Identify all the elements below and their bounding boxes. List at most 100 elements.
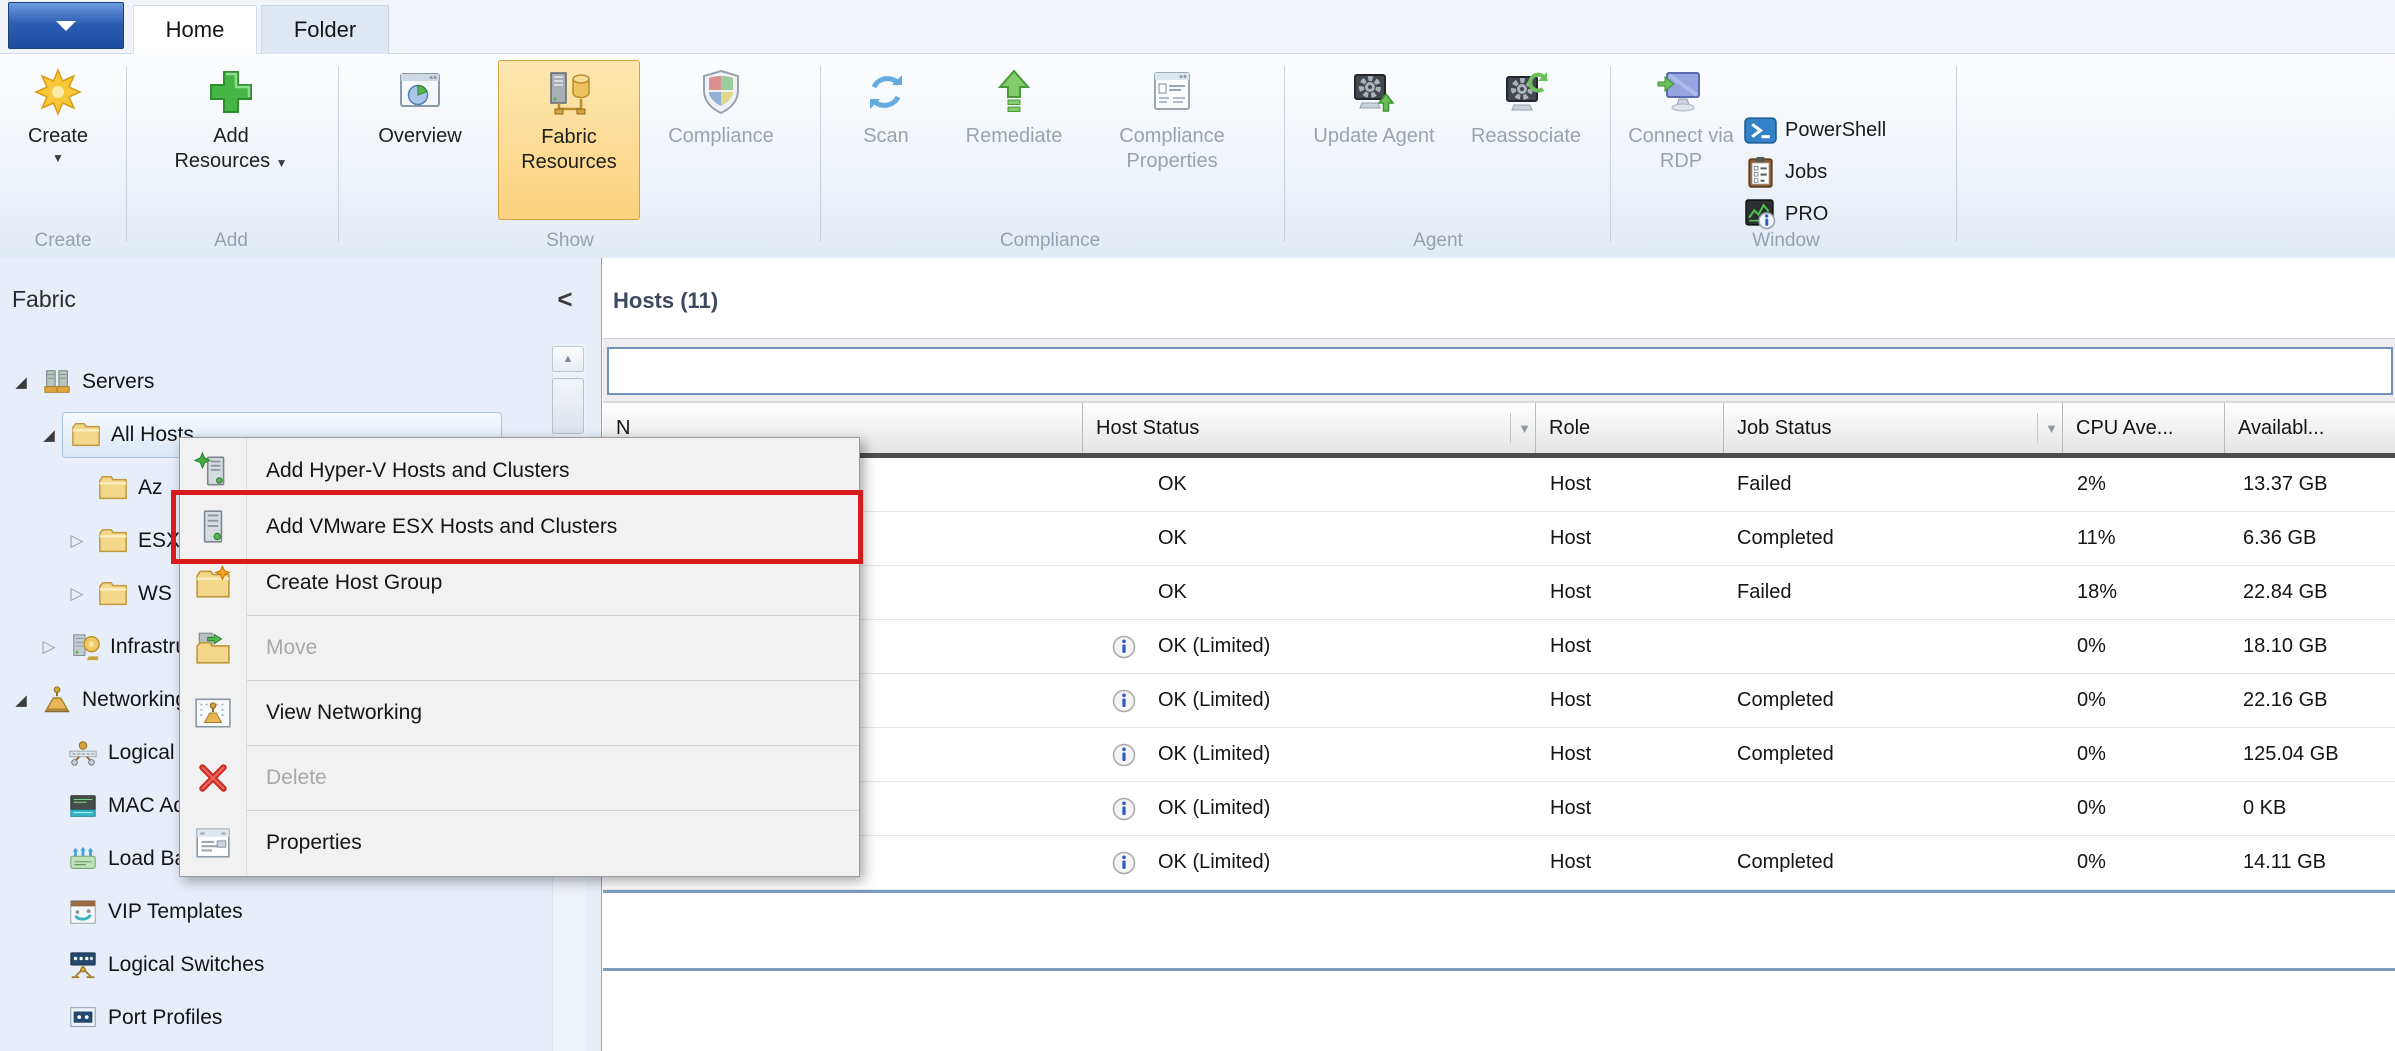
ribbon-group-label: Add [171,228,291,254]
context-menu: Add Hyper-V Hosts and ClustersAdd VMware… [179,437,860,877]
connect-rdp-icon [1657,68,1705,116]
page-title: Hosts (11) [613,288,718,314]
sidebar-item-logical-switches[interactable]: Logical Switches [0,938,548,991]
ribbon: CreateCreate▼AddAdd Resources ▼ShowOverv… [0,54,2395,259]
update-agent-icon [1350,68,1398,116]
sidebar-item-vip-templates[interactable]: VIP Templates [0,885,548,938]
powershell-icon [1744,114,1777,147]
tree-collapsed-icon[interactable]: ▷ [64,531,90,551]
ribbon-button-compliance[interactable]: Compliance [648,60,794,220]
ribbon-button-compliance-properties[interactable]: Compliance Properties [1088,60,1256,220]
ribbon-group-label: Create [8,228,118,254]
tree-collapsed-icon[interactable]: ▷ [36,637,62,657]
ribbon-button-add-resources[interactable]: Add Resources ▼ [168,60,294,220]
ribbon-button-create[interactable]: Create▼ [8,60,108,220]
collapse-pane-button[interactable]: < [550,284,580,314]
menu-item-move[interactable]: Move [180,620,859,676]
table-row[interactable]: OK (Limited)HostCompleted0%22.16 GB [603,674,2395,728]
details-pane-divider [603,968,2395,971]
column-header-job-status[interactable]: Job Status▼ [1724,402,2063,453]
tree-scrollbar-up-button[interactable]: ▲ [552,346,584,372]
table-body: OKHostFailed2%13.37 GBOKHostCompleted11%… [603,458,2395,890]
ribbon-group-label: Compliance [960,228,1140,254]
load-balancer-icon [68,844,98,874]
vip-template-icon [68,897,98,927]
ribbon-button-remediate[interactable]: Remediate [940,60,1088,220]
tree-expanded-icon[interactable]: ◢ [8,373,34,391]
column-header-role[interactable]: Role [1536,402,1724,453]
compliance-properties-icon [1148,68,1196,116]
tab-folder[interactable]: Folder [261,5,389,54]
dropdown-arrow-icon: ▼ [52,151,64,165]
tree-collapsed-icon[interactable]: ▷ [64,584,90,604]
table-row[interactable]: OKHostFailed18%22.84 GB [603,566,2395,620]
ribbon-group-label: Agent [1358,228,1518,254]
menu-item-add-vmware-esx-hosts-and-clusters[interactable]: Add VMware ESX Hosts and Clusters [180,499,859,555]
menu-item-add-hyper-v-hosts-and-clusters[interactable]: Add Hyper-V Hosts and Clusters [180,443,859,499]
menu-separator [247,745,859,746]
ribbon-button-overview[interactable]: Overview [350,60,490,220]
column-header-host-status[interactable]: Host Status▼ [1083,402,1536,453]
infrastructure-icon [70,632,100,662]
move-icon [194,629,232,667]
ribbon-small-button-stack: PowerShell Jobs PRO [1744,114,1886,231]
menu-item-create-host-group[interactable]: Create Host Group [180,555,859,611]
tree-expanded-icon[interactable]: ◢ [8,691,34,709]
table-row[interactable]: OK (Limited)Host0%18.10 GB [603,620,2395,674]
sidebar-item-port-profiles[interactable]: Port Profiles [0,991,548,1044]
sidebar-item-servers[interactable]: ◢Servers [0,355,548,408]
info-icon [1112,851,1136,875]
ribbon-button-update-agent[interactable]: Update Agent [1308,60,1440,220]
ribbon-button-pro[interactable]: PRO [1744,198,1886,231]
pro-icon [1744,198,1777,231]
menu-item-delete[interactable]: Delete [180,750,859,806]
list-bottom-border [603,890,2395,893]
ribbon-button-reassociate[interactable]: Reassociate [1448,60,1604,220]
table-row[interactable]: OKHostFailed2%13.37 GB [603,458,2395,512]
ribbon-button-powershell[interactable]: PowerShell [1744,114,1886,147]
tab-bar: Home Folder [0,0,2395,54]
ribbon-group-separator [1284,66,1285,242]
ribbon-group-separator [1956,66,1957,242]
table-header: NHost Status▼RoleJob Status▼CPU Ave...Av… [603,402,2395,458]
column-header-cpu-ave-[interactable]: CPU Ave... [2063,402,2225,453]
ribbon-button-scan[interactable]: Scan [836,60,936,220]
view-networking-icon [194,694,232,732]
dropdown-arrow-icon: ▼ [276,156,288,170]
ribbon-button-fabric-resources[interactable]: Fabric Resources [498,60,640,220]
tab-home[interactable]: Home [133,5,257,54]
table-row[interactable]: OK (Limited)Host0%0 KB [603,782,2395,836]
port-profile-icon [68,1003,98,1033]
ribbon-group-label: Window [1706,228,1866,254]
menu-item-properties[interactable]: Properties [180,815,859,871]
compliance-shield-icon [697,68,745,116]
column-header-availabl-[interactable]: Availabl... [2225,402,2395,453]
sidebar-title: Fabric [12,286,76,313]
filter-input[interactable] [607,347,2393,395]
filter-dropdown-icon[interactable]: ▼ [1510,413,1531,443]
table-row[interactable]: comp4-9d7b52.............OK (Limited)Hos… [603,836,2395,890]
create-star-icon [34,68,82,116]
tree-expanded-icon[interactable]: ◢ [36,426,62,444]
menu-item-view-networking[interactable]: View Networking [180,685,859,741]
menu-separator [247,615,859,616]
table-row[interactable]: OK (Limited)HostCompleted0%125.04 GB [603,728,2395,782]
table-row[interactable]: OKHostCompleted11%6.36 GB [603,512,2395,566]
tree-scrollbar-thumb[interactable] [552,378,584,434]
jobs-icon [1744,156,1777,189]
filter-dropdown-icon[interactable]: ▼ [2037,413,2058,443]
chevron-down-icon [56,21,76,31]
ribbon-group-separator [126,66,127,242]
create-host-group-icon [194,564,232,602]
info-icon [1112,743,1136,767]
folder-icon [98,579,128,609]
application-menu-button[interactable] [8,2,124,49]
ribbon-button-connect-via-rdp[interactable]: Connect via RDP [1626,60,1736,220]
ribbon-button-jobs[interactable]: Jobs [1744,156,1886,189]
fabric-resources-icon [545,69,593,117]
ribbon-group-separator [338,66,339,242]
filter-bar [603,338,2395,402]
overview-icon [396,68,444,116]
folder-icon [98,473,128,503]
folder-icon [71,420,101,450]
